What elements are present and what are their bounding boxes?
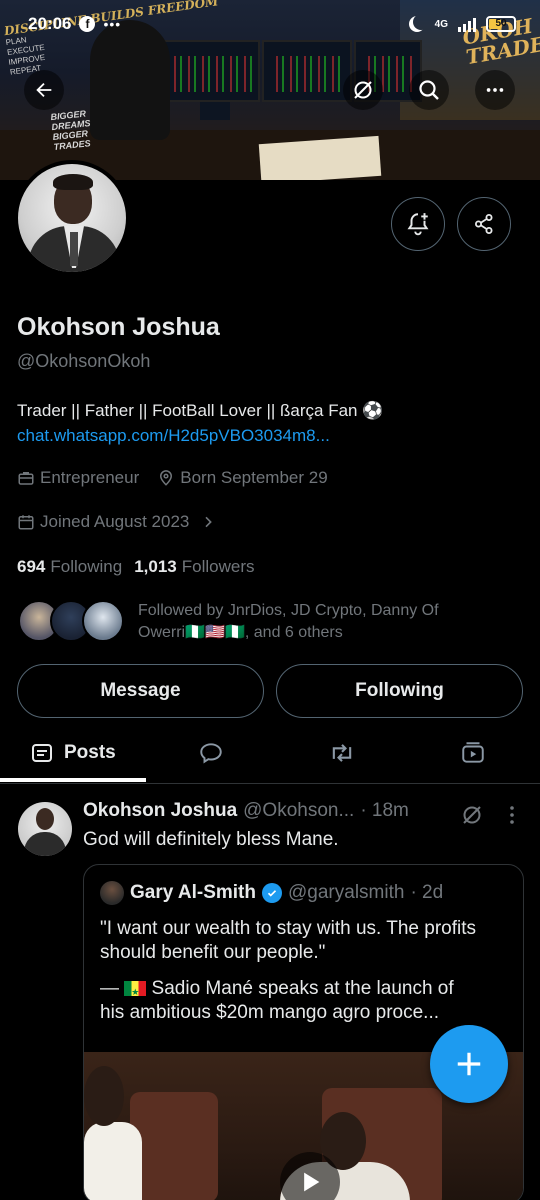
more-icon bbox=[486, 88, 504, 92]
post-time: · 18m bbox=[360, 800, 409, 821]
do-not-disturb-icon bbox=[413, 14, 429, 30]
battery-icon: 50 bbox=[486, 16, 516, 32]
profile-meta: Entrepreneur Born September 29 bbox=[17, 468, 328, 488]
notifications-button[interactable] bbox=[391, 197, 445, 251]
tab-replies[interactable] bbox=[198, 722, 224, 784]
verified-icon bbox=[262, 883, 282, 903]
notification-add-icon bbox=[407, 213, 429, 236]
senegal-flag-icon bbox=[124, 980, 147, 1001]
follower-avatar bbox=[82, 600, 124, 642]
compose-plus-icon bbox=[457, 1052, 481, 1076]
followers-count-link[interactable]: 1,013 Followers bbox=[134, 557, 254, 577]
active-tab-indicator bbox=[0, 778, 146, 782]
facebook-notification-icon: f bbox=[79, 16, 96, 32]
battery-level: 50 bbox=[495, 18, 507, 29]
tab-media[interactable] bbox=[460, 722, 486, 784]
followed-by-text: Followed by JnrDios, JD Crypto, Danny Of… bbox=[138, 602, 439, 641]
banner-dreams-text: BIGGER DREAMS BIGGER TRADES bbox=[50, 108, 92, 152]
chevron-right-icon bbox=[205, 516, 213, 528]
post-header: Okohson Joshua @Okohson... · 18m bbox=[83, 800, 409, 822]
quoted-post-text: "I want our wealth to stay with us. The … bbox=[100, 917, 510, 1025]
quoted-post-header: Gary Al-Smith @garyalsmith · 2d bbox=[100, 881, 443, 905]
following-button[interactable]: Following bbox=[276, 664, 523, 718]
grok-icon bbox=[354, 81, 372, 99]
profile-bio: Trader || Father || FootBall Lover || ßa… bbox=[17, 401, 384, 420]
search-icon bbox=[419, 80, 439, 100]
quoted-post-time: · 2d bbox=[410, 882, 444, 903]
profile-link[interactable]: chat.whatsapp.com/H2d5pVBO3034m8... bbox=[17, 426, 330, 446]
more-options-button[interactable] bbox=[475, 70, 515, 110]
share-button[interactable] bbox=[457, 197, 511, 251]
grok-button[interactable] bbox=[343, 70, 383, 110]
profile-handle: @OkohsonOkoh bbox=[17, 351, 151, 371]
quoted-author-avatar bbox=[100, 881, 124, 905]
retweet-icon bbox=[332, 744, 352, 762]
banner-notebook bbox=[258, 135, 382, 180]
post-author-avatar[interactable] bbox=[18, 802, 72, 856]
share-icon bbox=[475, 214, 493, 234]
tab-posts[interactable]: Posts bbox=[30, 722, 116, 784]
profile-avatar[interactable] bbox=[14, 160, 130, 276]
media-icon bbox=[462, 742, 484, 763]
network-type: 4G bbox=[434, 18, 448, 30]
post-author-name[interactable]: Okohson Joshua bbox=[83, 800, 237, 822]
quoted-author-handle: @garyalsmith bbox=[288, 882, 405, 903]
post-author-handle: @Okohson... bbox=[243, 800, 355, 821]
quoted-author-name: Gary Al-Smith bbox=[130, 882, 256, 903]
profile-birthday: Born September 29 bbox=[157, 468, 328, 488]
profile-joined[interactable]: Joined August 2023 bbox=[17, 512, 216, 532]
signal-icon bbox=[458, 16, 476, 32]
replies-icon bbox=[200, 743, 222, 764]
back-button[interactable] bbox=[24, 70, 64, 110]
profile-category: Entrepreneur bbox=[17, 468, 139, 488]
location-pin-icon bbox=[160, 470, 173, 486]
profile-tabs: Posts bbox=[0, 722, 540, 784]
more-notifications-icon: ••• bbox=[103, 16, 122, 32]
play-icon bbox=[304, 1172, 320, 1192]
post-more-icon[interactable] bbox=[503, 803, 521, 827]
status-time: 20:06 bbox=[28, 14, 72, 33]
message-button[interactable]: Message bbox=[17, 664, 264, 718]
profile-name: Okohson Joshua bbox=[17, 313, 220, 341]
profile-counts: 694 Following 1,013 Followers bbox=[17, 557, 254, 577]
back-arrow-icon bbox=[36, 82, 52, 98]
calendar-icon bbox=[18, 515, 34, 530]
compose-post-button[interactable] bbox=[430, 1025, 508, 1103]
status-bar: 20:06 f ••• 4G 50 bbox=[0, 0, 540, 48]
following-count-link[interactable]: 694 Following bbox=[17, 557, 122, 577]
grok-icon[interactable] bbox=[460, 803, 484, 827]
search-button[interactable] bbox=[409, 70, 449, 110]
followed-by[interactable]: Followed by JnrDios, JD Crypto, Danny Of… bbox=[18, 598, 523, 646]
tab-reposts[interactable] bbox=[328, 722, 356, 784]
posts-icon bbox=[32, 744, 52, 762]
post-text: God will definitely bless Mane. bbox=[83, 829, 339, 850]
briefcase-icon bbox=[18, 472, 34, 485]
post-item[interactable]: Okohson Joshua @Okohson... · 18m God wil… bbox=[0, 786, 540, 1200]
